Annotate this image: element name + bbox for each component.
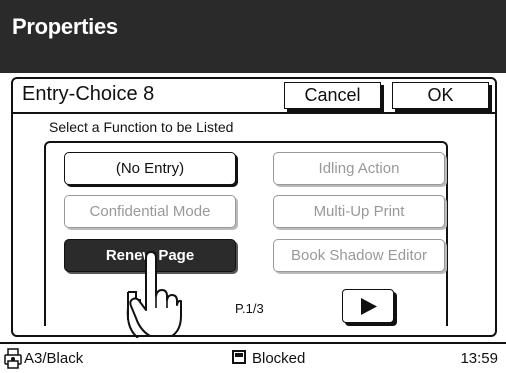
function-idling-action-button[interactable]: Idling Action: [273, 152, 445, 185]
function-no-entry-button[interactable]: (No Entry): [64, 152, 236, 185]
page-title: Properties: [12, 14, 118, 39]
title-divider: [13, 112, 495, 114]
dialog-instruction: Select a Function to be Listed: [49, 119, 234, 135]
status-bar: A3/Black Blocked 13:59: [0, 344, 506, 373]
function-multi-up-print-button[interactable]: Multi-Up Print: [273, 195, 445, 228]
printer-paper-icon: [4, 348, 22, 369]
paper-status: A3/Black: [24, 350, 84, 367]
function-confidential-mode-button[interactable]: Confidential Mode: [64, 195, 236, 228]
dialog-title: Entry-Choice 8: [22, 83, 155, 105]
header-bar: Properties: [0, 0, 506, 73]
function-book-shadow-editor-button[interactable]: Book Shadow Editor: [273, 239, 445, 272]
play-triangle-icon: [361, 298, 377, 315]
next-page-button[interactable]: [342, 289, 394, 323]
machine-state: Blocked: [252, 350, 306, 367]
hand-pointer-icon: [126, 251, 182, 338]
entry-choice-dialog: Entry-Choice 8 Cancel OK Select a Functi…: [11, 77, 497, 337]
cancel-button[interactable]: Cancel: [284, 82, 381, 109]
page-indicator: P.1/3: [235, 301, 264, 316]
blocked-square-icon: [232, 350, 246, 364]
clock: 13:59: [460, 350, 498, 367]
ok-button[interactable]: OK: [392, 82, 489, 109]
